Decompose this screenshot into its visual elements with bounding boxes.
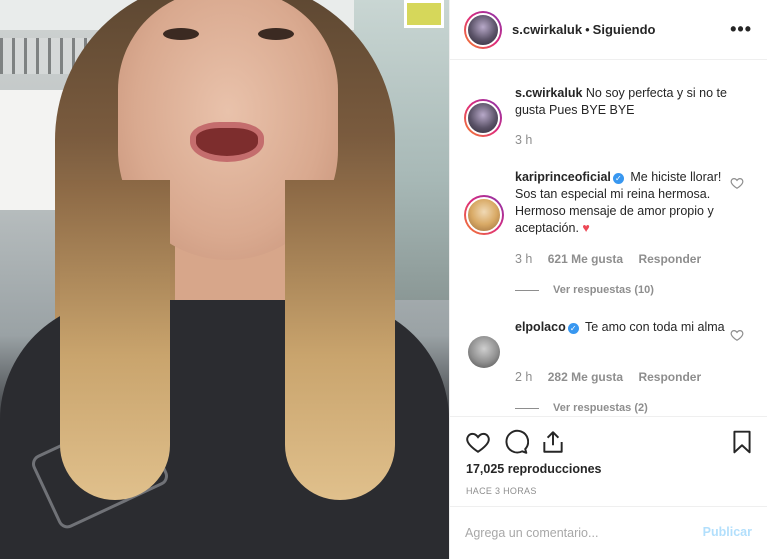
comments-list[interactable]: s.cwirkaluk No soy perfecta y si no te g… [450, 61, 767, 416]
caption-time[interactable]: 3 h [515, 133, 532, 147]
comment-like-heart-icon[interactable] [730, 328, 744, 342]
author-avatar-image [466, 12, 500, 47]
comment-item: elpolaco ✓ Te amo con toda mi alma 2 h 28… [450, 314, 767, 416]
caption-text-block: s.cwirkaluk No soy perfecta y si no te g… [515, 85, 733, 119]
author-avatar[interactable] [464, 10, 502, 49]
post-timestamp[interactable]: HACE 3 HORAS [466, 486, 537, 496]
left-eye [163, 28, 199, 40]
comment-username[interactable]: elpolaco [515, 320, 566, 334]
more-options-icon[interactable]: ••• [730, 19, 752, 40]
views-count[interactable]: 17,025 reproducciones [466, 462, 602, 476]
reply-button[interactable]: Responder [638, 252, 701, 266]
view-replies[interactable]: Ver respuestas (10) [515, 284, 654, 296]
comment-like-heart-icon[interactable] [730, 176, 744, 190]
heart-icon[interactable] [465, 429, 491, 455]
comment-time[interactable]: 3 h [515, 252, 532, 266]
author-username[interactable]: s.cwirkaluk [512, 22, 582, 37]
post-side-panel: s.cwirkaluk • Siguiendo ••• s.cwirkaluk … [449, 0, 767, 559]
right-eye [258, 28, 294, 40]
caption-username[interactable]: s.cwirkaluk [515, 86, 582, 100]
comment-avatar-image [466, 197, 502, 233]
share-icon[interactable] [540, 429, 566, 455]
comment-username[interactable]: kariprinceoficial [515, 170, 611, 184]
post-actions: 17,025 reproducciones HACE 3 HORAS [450, 416, 767, 512]
comment-time[interactable]: 2 h [515, 370, 532, 384]
caption-avatar[interactable] [464, 99, 502, 137]
comment-likes[interactable]: 621 Me gusta [548, 252, 623, 266]
post-video[interactable] [0, 0, 449, 559]
comment-text: Te amo con toda mi alma [584, 320, 725, 334]
comment-text-block: kariprinceoficial ✓ Me hiciste llorar! So… [515, 169, 733, 237]
view-replies-label[interactable]: Ver respuestas (10) [553, 284, 654, 296]
view-replies[interactable]: Ver respuestas (2) [515, 402, 648, 414]
mouth [190, 122, 264, 162]
hair-left-strand [60, 180, 170, 500]
comment-meta: 2 h 282 Me gusta Responder [515, 370, 713, 384]
add-comment-bar: Publicar [450, 506, 767, 559]
view-replies-label[interactable]: Ver respuestas (2) [553, 402, 648, 414]
header-separator: • [585, 22, 590, 37]
reply-button[interactable]: Responder [638, 370, 701, 384]
comment-input[interactable] [465, 523, 685, 543]
views-number: 17,025 [466, 462, 505, 476]
hair-right-strand [285, 180, 395, 500]
caption-avatar-image [466, 101, 500, 135]
heart-emoji: ♥ [582, 221, 590, 235]
bookmark-icon[interactable] [729, 429, 755, 455]
replies-divider [515, 407, 539, 409]
following-button[interactable]: Siguiendo [593, 22, 656, 37]
caption: s.cwirkaluk No soy perfecta y si no te g… [450, 79, 767, 159]
post-comment-button[interactable]: Publicar [703, 525, 752, 539]
verified-badge-icon: ✓ [567, 323, 579, 334]
replies-divider [515, 289, 539, 291]
comment-icon[interactable] [503, 429, 529, 455]
comment-likes[interactable]: 282 Me gusta [548, 370, 623, 384]
caption-meta: 3 h [515, 133, 544, 147]
comment-text-block: elpolaco ✓ Te amo con toda mi alma [515, 319, 733, 336]
comment-item: kariprinceoficial ✓ Me hiciste llorar! So… [450, 165, 767, 305]
comment-meta: 3 h 621 Me gusta Responder [515, 252, 713, 266]
comment-avatar[interactable] [464, 195, 504, 235]
verified-badge-icon: ✓ [612, 173, 624, 184]
comment-avatar[interactable] [468, 336, 500, 368]
post-header: s.cwirkaluk • Siguiendo ••• [450, 0, 767, 60]
background-sign [404, 0, 444, 28]
views-label: reproducciones [507, 462, 602, 476]
